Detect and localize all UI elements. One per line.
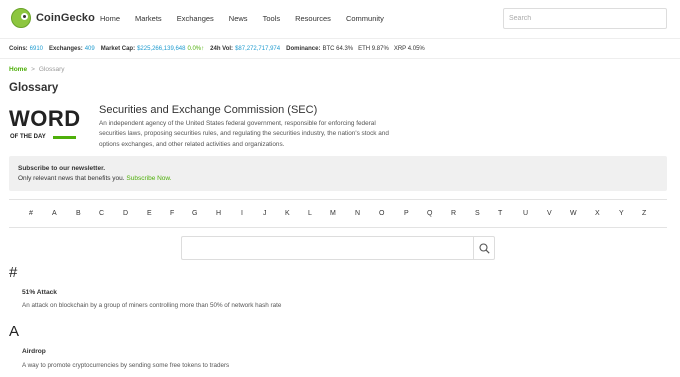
wotd-term-title: Securities and Exchange Commission (SEC) <box>99 104 318 116</box>
alpha-r[interactable]: R <box>451 210 456 217</box>
newsletter-box: Subscribe to our newsletter. Only releva… <box>9 156 667 191</box>
alpha-o[interactable]: O <box>379 210 384 217</box>
logo-eye <box>21 13 28 20</box>
wotd-term-definition: An independent agency of the United Stat… <box>99 120 389 148</box>
term-definition: An attack on blockchain by a group of mi… <box>22 302 282 309</box>
logo-pupil <box>23 15 26 18</box>
coins-label: Coins: <box>9 45 28 52</box>
alpha-x[interactable]: X <box>595 210 600 217</box>
exchanges-label: Exchanges: <box>49 45 83 52</box>
alphabet-index: # A B C D E F G H I J K L M N O P Q R S … <box>9 199 667 228</box>
alpha-b[interactable]: B <box>76 210 81 217</box>
alpha-m[interactable]: M <box>330 210 336 217</box>
alpha-k[interactable]: K <box>285 210 290 217</box>
section-heading-hash: # <box>9 264 18 281</box>
alpha-z[interactable]: Z <box>642 210 646 217</box>
nav-news[interactable]: News <box>229 14 248 23</box>
nav-home[interactable]: Home <box>100 14 120 23</box>
subscribe-link[interactable]: Subscribe Now. <box>126 175 171 182</box>
term-definition: A way to promote cryptocurrencies by sen… <box>22 362 230 369</box>
alpha-s[interactable]: S <box>475 210 480 217</box>
alpha-h[interactable]: H <box>216 210 221 217</box>
breadcrumb-separator: > <box>31 66 35 73</box>
term-title[interactable]: Airdrop <box>22 348 46 355</box>
newsletter-subtitle-row: Only relevant news that benefits you. Su… <box>18 175 172 182</box>
alpha-a[interactable]: A <box>52 210 57 217</box>
alpha-j[interactable]: J <box>263 210 267 217</box>
alpha-t[interactable]: T <box>498 210 502 217</box>
wotd-accent-bar <box>53 136 76 139</box>
vol-value[interactable]: $87,272,717,974 <box>235 46 280 52</box>
alpha-n[interactable]: N <box>355 210 360 217</box>
alpha-g[interactable]: G <box>192 210 197 217</box>
coingecko-logo-icon[interactable] <box>11 8 31 28</box>
vol-label: 24h Vol: <box>210 45 234 52</box>
wotd-logo-word: WORD <box>9 106 81 131</box>
nav-community[interactable]: Community <box>346 14 384 23</box>
glossary-search-button[interactable] <box>473 236 495 260</box>
glossary-search-input[interactable] <box>181 236 473 260</box>
alpha-q[interactable]: Q <box>427 210 432 217</box>
breadcrumb-home[interactable]: Home <box>9 66 27 73</box>
newsletter-title: Subscribe to our newsletter. <box>18 165 106 172</box>
breadcrumb-current: Glossary <box>38 66 65 73</box>
alpha-i[interactable]: I <box>241 210 243 217</box>
nav-resources[interactable]: Resources <box>295 14 331 23</box>
search-icon <box>479 243 490 254</box>
alpha-v[interactable]: V <box>547 210 552 217</box>
brand-name[interactable]: CoinGecko <box>36 12 95 24</box>
alpha-y[interactable]: Y <box>619 210 624 217</box>
site-search-input[interactable] <box>503 8 667 29</box>
nav-exchanges[interactable]: Exchanges <box>177 14 214 23</box>
breadcrumb: Home > Glossary <box>9 66 65 73</box>
main-nav: Home Markets Exchanges News Tools Resour… <box>100 14 399 23</box>
alpha-e[interactable]: E <box>147 210 152 217</box>
alpha-d[interactable]: D <box>123 210 128 217</box>
dominance-btc: BTC 64.3% <box>322 45 354 52</box>
page-title: Glossary <box>9 82 59 94</box>
marketcap-value[interactable]: $225,266,139,648 <box>137 46 185 52</box>
market-stats-bar: Coins: 6910 Exchanges: 409 Market Cap: $… <box>0 38 680 59</box>
dominance-xrp: XRP 4.05% <box>393 45 425 52</box>
marketcap-change: 0.0%↑ <box>187 45 205 52</box>
nav-markets[interactable]: Markets <box>135 14 162 23</box>
word-of-the-day-logo: WORD OF THE DAY <box>9 108 80 144</box>
newsletter-subtitle: Only relevant news that benefits you. <box>18 175 125 182</box>
section-heading-a: A <box>9 323 20 340</box>
alpha-l[interactable]: L <box>308 210 312 217</box>
exchanges-value[interactable]: 409 <box>85 46 95 52</box>
alpha-w[interactable]: W <box>570 210 577 217</box>
alpha-hash[interactable]: # <box>29 210 33 217</box>
dominance-label: Dominance: <box>286 45 321 52</box>
top-navbar: CoinGecko Home Markets Exchanges News To… <box>0 0 680 38</box>
alpha-c[interactable]: C <box>99 210 104 217</box>
wotd-logo-sub: OF THE DAY <box>10 134 46 140</box>
alpha-p[interactable]: P <box>404 210 409 217</box>
term-title[interactable]: 51% Attack <box>22 289 57 296</box>
dominance-eth: ETH 9.87% <box>358 45 389 52</box>
alpha-f[interactable]: F <box>170 210 174 217</box>
alpha-u[interactable]: U <box>523 210 528 217</box>
marketcap-label: Market Cap: <box>100 45 136 52</box>
nav-tools[interactable]: Tools <box>263 14 281 23</box>
coins-value[interactable]: 6910 <box>30 46 43 52</box>
